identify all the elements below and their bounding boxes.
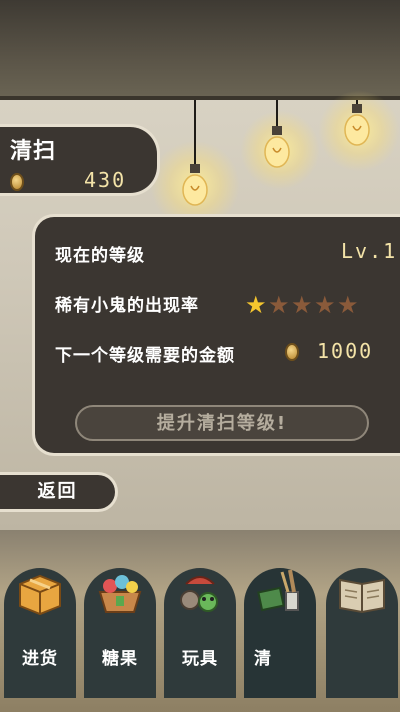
rarity-label: 稀有小鬼的出现率	[55, 296, 199, 316]
box-icon	[19, 574, 61, 616]
current-level-value: Lv.1	[341, 239, 398, 263]
cleaning-tools-icon	[257, 569, 299, 612]
light-bulb-icon	[344, 104, 370, 146]
back-button[interactable]: 返回	[0, 472, 118, 512]
coin-icon	[285, 343, 299, 361]
light-bulb-icon	[264, 126, 290, 168]
toys-icon	[180, 576, 218, 612]
nav-item-toys[interactable]: 玩具	[164, 558, 236, 698]
star-empty-icon: ★	[291, 291, 315, 319]
star-filled-icon: ★	[245, 291, 269, 319]
ceiling-background	[0, 0, 400, 100]
nav-item-candy[interactable]: 糖果	[84, 558, 156, 698]
bottom-navigation: 进货 糖果 玩具 清	[0, 528, 400, 712]
star-empty-icon: ★	[268, 291, 292, 319]
candy-basket-icon	[98, 575, 142, 613]
game-screen: 清扫 430 现在的等级 Lv.1 稀有小鬼的出现率 ★★★★★ 下一个等级需要…	[0, 0, 400, 712]
next-cost-value: 1000	[317, 339, 374, 363]
book-icon	[339, 578, 385, 614]
nav-label: 糖果	[102, 649, 138, 669]
shop-title-badge: 清扫 430	[0, 124, 160, 196]
nav-item-book[interactable]	[326, 558, 398, 698]
money-amount: 430	[84, 168, 127, 192]
level-info-panel: 现在的等级 Lv.1 稀有小鬼的出现率 ★★★★★ 下一个等级需要的金额 100…	[32, 214, 400, 456]
nav-label: 进货	[22, 649, 58, 669]
nav-label: 清	[254, 649, 272, 669]
star-empty-icon: ★	[337, 291, 361, 319]
current-level-label: 现在的等级	[55, 246, 145, 266]
light-bulb-icon	[182, 164, 208, 206]
nav-label: 玩具	[182, 649, 218, 669]
next-cost-label: 下一个等级需要的金额	[55, 346, 235, 366]
nav-item-restock[interactable]: 进货	[4, 558, 76, 698]
star-empty-icon: ★	[314, 291, 338, 319]
shop-title: 清扫	[10, 139, 57, 164]
light-wire	[194, 100, 196, 170]
nav-item-cleaning[interactable]: 清	[244, 558, 316, 698]
coin-icon	[10, 173, 24, 191]
rarity-stars: ★★★★★	[245, 291, 360, 319]
upgrade-button[interactable]: 提升清扫等级!	[75, 405, 369, 441]
